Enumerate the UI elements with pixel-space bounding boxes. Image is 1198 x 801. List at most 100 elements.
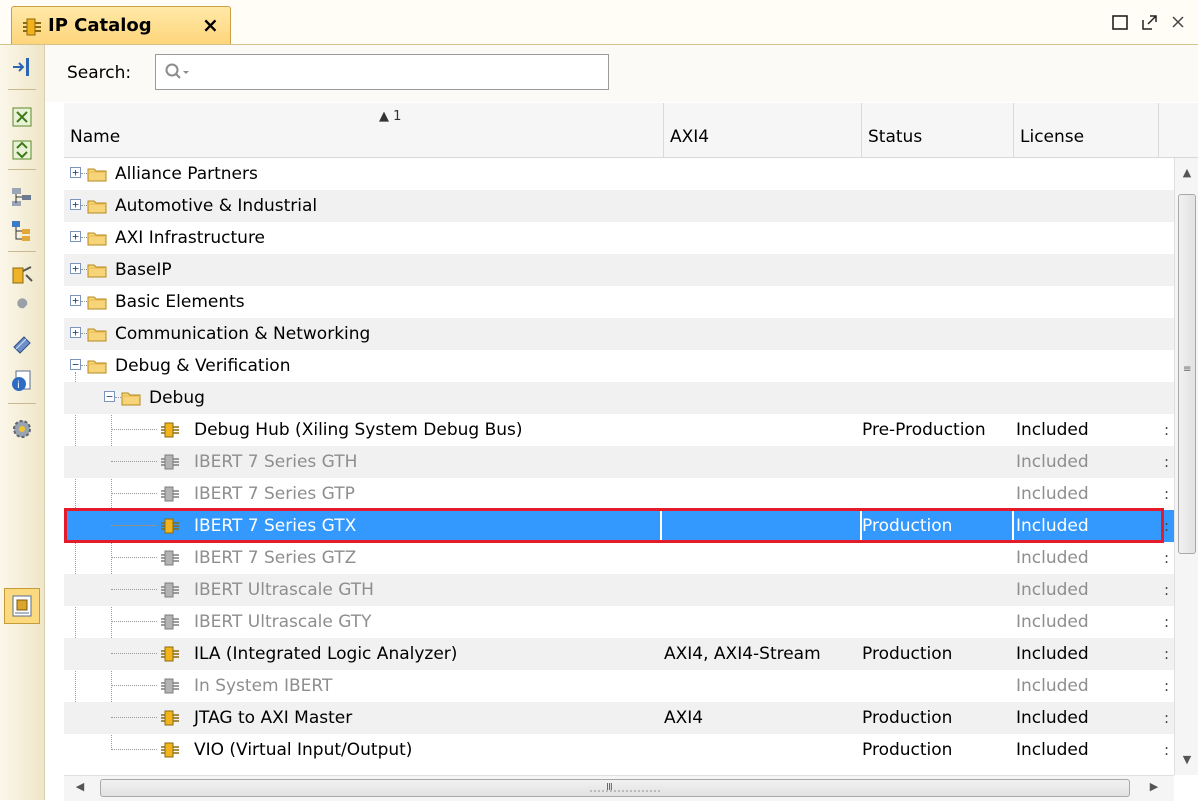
ip-core-icon xyxy=(160,708,180,728)
scroll-down-arrow-icon[interactable]: ▼ xyxy=(1179,753,1195,769)
ip-license: Included xyxy=(1016,676,1089,696)
expand-all-icon[interactable] xyxy=(10,138,34,162)
scroll-up-arrow-icon[interactable]: ▲ xyxy=(1179,166,1195,182)
search-label: Search: xyxy=(67,63,132,83)
ip-row[interactable]: IBERT 7 Series GTP Included: xyxy=(64,478,1174,510)
ip-core-icon xyxy=(160,644,180,664)
ip-row[interactable]: IBERT 7 Series GTH Included: xyxy=(64,446,1174,478)
resize-grip[interactable] xyxy=(590,790,660,796)
folder-name: Debug xyxy=(149,388,205,408)
tree-folder-row[interactable]: + Basic Elements xyxy=(64,286,1174,318)
ip-row[interactable]: IBERT Ultrascale GTH Included: xyxy=(64,574,1174,606)
ip-core-icon xyxy=(160,740,180,760)
ip-license: Included xyxy=(1016,580,1089,600)
restore-icon[interactable] xyxy=(1140,12,1160,32)
ip-row[interactable]: IBERT 7 Series GTZ Included: xyxy=(64,542,1174,574)
ip-row[interactable]: VIO (Virtual Input/Output) Production Incl… xyxy=(64,734,1174,766)
ip-catalog-table: Name ▲ 1 AXI4 Status License + Alliance P… xyxy=(64,103,1198,801)
show-details-icon[interactable] xyxy=(10,594,34,618)
collapse-icon[interactable]: − xyxy=(70,359,81,370)
ip-row[interactable]: In System IBERT Included: xyxy=(64,670,1174,702)
row-overflow-marker: : xyxy=(1164,453,1170,471)
table-body: + Alliance Partners + Automotive & Industri… xyxy=(64,158,1174,775)
tree-connector xyxy=(111,717,157,718)
search-icon[interactable] xyxy=(164,62,190,82)
ip-license: Included xyxy=(1016,452,1089,472)
expand-icon[interactable]: + xyxy=(70,167,81,178)
ip-name: JTAG to AXI Master xyxy=(194,708,353,728)
ip-axi4 xyxy=(664,478,864,510)
folder-icon xyxy=(87,358,107,374)
ip-info-icon[interactable]: i xyxy=(10,369,34,393)
tree-folder-row[interactable]: + Automotive & Industrial xyxy=(64,190,1174,222)
expand-icon[interactable]: + xyxy=(70,231,81,242)
tree-folder-row[interactable]: + Communication & Networking xyxy=(64,318,1174,350)
scroll-grip-icon: ≡ xyxy=(1183,364,1192,375)
ip-row[interactable]: IBERT 7 Series GTX Production Included: xyxy=(64,510,1174,542)
column-header-name[interactable]: Name ▲ 1 xyxy=(64,103,664,157)
ip-row[interactable]: JTAG to AXI Master AXI4 Production Included… xyxy=(64,702,1174,734)
ip-name: Debug Hub (Xiling System Debug Bus) xyxy=(194,420,523,440)
tab-ip-catalog[interactable]: IP Catalog × xyxy=(11,6,231,44)
selection-column-divider xyxy=(660,510,662,542)
customize-ip-icon[interactable] xyxy=(10,263,34,287)
settings-gear-icon[interactable] xyxy=(10,417,34,441)
search-box[interactable] xyxy=(155,54,609,90)
column-header-status[interactable]: Status xyxy=(862,103,1014,157)
column-header-license[interactable]: License xyxy=(1014,103,1159,157)
vertical-scrollbar[interactable]: ▲ ≡ ▼ xyxy=(1174,158,1198,775)
column-status-label: Status xyxy=(868,127,923,147)
ip-axi4 xyxy=(664,542,864,574)
ip-status xyxy=(862,542,1012,574)
toolbar-separator xyxy=(8,403,36,404)
ip-axi4 xyxy=(664,414,864,446)
close-icon[interactable] xyxy=(1168,12,1188,32)
hierarchy-filter-icon[interactable] xyxy=(10,185,34,209)
close-tab-icon[interactable]: × xyxy=(202,13,219,37)
ip-status xyxy=(862,446,1012,478)
ip-row[interactable]: Debug Hub (Xiling System Debug Bus) Pre-P… xyxy=(64,414,1174,446)
expand-icon[interactable]: + xyxy=(70,327,81,338)
ip-axi4 xyxy=(664,734,864,766)
expand-icon[interactable]: + xyxy=(70,199,81,210)
ip-status xyxy=(862,606,1012,638)
tree-folder-row[interactable]: − Debug & Verification xyxy=(64,350,1174,382)
repository-icon[interactable] xyxy=(10,333,34,357)
tree-folder-row[interactable]: − Debug xyxy=(64,382,1174,414)
horizontal-scrollbar[interactable]: ◀ III ▶ xyxy=(64,775,1174,801)
vertical-scroll-thumb[interactable]: ≡ xyxy=(1178,194,1196,554)
selection-column-divider xyxy=(860,510,862,542)
ip-core-icon xyxy=(160,548,180,568)
expand-icon[interactable]: + xyxy=(70,295,81,306)
collapse-icon[interactable]: − xyxy=(104,391,115,402)
ip-name: IBERT 7 Series GTH xyxy=(194,452,358,472)
ip-license: Included xyxy=(1016,484,1089,504)
expand-icon[interactable]: + xyxy=(70,263,81,274)
collapse-all-icon[interactable] xyxy=(10,105,34,129)
folder-name: Alliance Partners xyxy=(115,164,258,184)
ip-status: Production xyxy=(862,644,953,664)
column-name-label: Name xyxy=(70,127,121,147)
expand-panel-icon[interactable] xyxy=(10,55,34,79)
tree-folder-row[interactable]: + Alliance Partners xyxy=(64,158,1174,190)
ip-name: VIO (Virtual Input/Output) xyxy=(194,740,413,760)
ip-row[interactable]: IBERT Ultrascale GTY Included: xyxy=(64,606,1174,638)
ip-row[interactable]: ILA (Integrated Logic Analyzer) AXI4, AXI… xyxy=(64,638,1174,670)
ip-status: Production xyxy=(862,740,953,760)
search-input[interactable] xyxy=(196,59,600,87)
ip-status xyxy=(862,574,1012,606)
scroll-left-arrow-icon[interactable]: ◀ xyxy=(72,780,88,796)
folder-name: Basic Elements xyxy=(115,292,245,312)
scroll-right-arrow-icon[interactable]: ▶ xyxy=(1146,780,1162,796)
folder-icon xyxy=(121,390,141,406)
folder-icon xyxy=(87,166,107,182)
tree-folder-row[interactable]: + BaseIP xyxy=(64,254,1174,286)
sort-order-number: 1 xyxy=(393,109,402,124)
tree-folder-row[interactable]: + AXI Infrastructure xyxy=(64,222,1174,254)
ip-axi4 xyxy=(664,446,864,478)
column-header-axi4[interactable]: AXI4 xyxy=(664,103,862,157)
maximize-icon[interactable] xyxy=(1110,12,1130,32)
tree-view-icon[interactable] xyxy=(10,219,34,243)
toolbar-separator xyxy=(8,89,36,90)
wrench-icon[interactable] xyxy=(10,297,34,321)
